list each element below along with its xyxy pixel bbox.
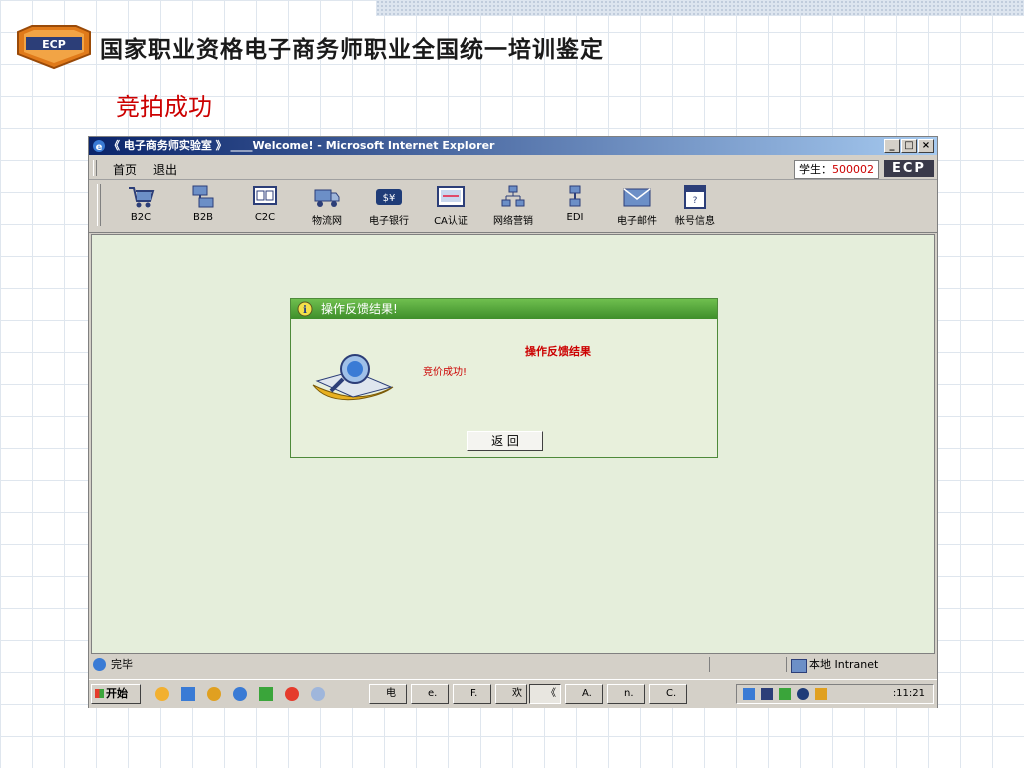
system-tray: :11:21: [736, 684, 934, 704]
svg-text:e: e: [96, 142, 103, 153]
slide-subtitle: 竞拍成功: [116, 93, 212, 121]
magnifier-cd-icon: [307, 347, 397, 411]
page-done-icon: [93, 658, 106, 671]
back-button[interactable]: 返 回: [467, 431, 543, 451]
toolbar-label: 电子银行: [369, 216, 409, 227]
info-icon: i: [297, 301, 313, 323]
taskbar-item[interactable]: 电: [369, 684, 407, 704]
status-text: 完毕: [111, 658, 133, 671]
toolbar-b2b-button[interactable]: B2B: [175, 184, 231, 223]
quicklaunch-icon[interactable]: [181, 687, 195, 701]
student-id: 500002: [832, 163, 874, 176]
decorative-top-band: [376, 0, 1024, 16]
quicklaunch-icon[interactable]: [311, 687, 325, 701]
svg-text:i: i: [303, 305, 307, 316]
windows-logo-icon: [95, 689, 104, 698]
quicklaunch-icon[interactable]: [155, 687, 169, 701]
email-icon: [623, 188, 651, 207]
network-icon[interactable]: [761, 688, 773, 700]
volume-icon[interactable]: [743, 688, 755, 700]
toolbar-marketing-button[interactable]: 网络营销: [485, 184, 541, 227]
toolbar-label: 网络营销: [493, 216, 533, 227]
toolbar-edi-button[interactable]: EDI: [547, 184, 603, 223]
toolbar-logistics-button[interactable]: 物流网: [299, 184, 355, 227]
toolbar-label: B2B: [192, 212, 214, 223]
window-title-bar[interactable]: e 《 电子商务师实验室 》 ____Welcome! - Microsoft …: [89, 137, 937, 155]
taskbar-item[interactable]: 欢: [495, 684, 527, 704]
ie-logo-icon: e: [92, 139, 106, 153]
start-label: 开始: [106, 687, 128, 700]
toolbar-label: 物流网: [312, 216, 342, 227]
taskbar-item[interactable]: e.: [411, 684, 449, 704]
taskbar-item[interactable]: F.: [453, 684, 491, 704]
bank-money-icon: $¥: [376, 189, 402, 205]
menu-bar: 首页 退出 学生：500002 ECP: [89, 157, 937, 180]
feedback-dialog: i 操作反馈结果! 操作反馈结果 竞价成功! 返 回: [290, 298, 718, 458]
svg-text:$¥: $¥: [383, 193, 396, 204]
svg-text:ECP: ECP: [42, 38, 66, 51]
tray-icon[interactable]: [815, 688, 827, 700]
minimize-button[interactable]: _: [884, 139, 900, 153]
quicklaunch-icon[interactable]: [207, 687, 221, 701]
clock: :11:21: [892, 688, 925, 699]
dialog-message: 竞价成功!: [423, 367, 468, 378]
student-label: 学生：: [799, 163, 832, 176]
toolbar-grip: [97, 184, 101, 226]
toolbar-label: EDI: [566, 212, 584, 223]
quicklaunch-icons: [151, 686, 351, 702]
windows-taskbar: 开始 电 e. F. 欢 《 A. n. C. :11:21: [89, 679, 937, 708]
ecp-logo: ECP: [14, 24, 94, 70]
menu-item-logout[interactable]: 退出: [153, 161, 177, 178]
toolbar-ebank-button[interactable]: $¥ 电子银行: [361, 184, 417, 227]
toolbar-label: C2C: [254, 212, 276, 223]
student-info: 学生：500002: [794, 160, 879, 179]
status-zone: 本地 Intranet: [809, 658, 879, 671]
toolbar-label: B2C: [130, 212, 152, 223]
taskbar-item-active[interactable]: 《: [529, 684, 561, 704]
svg-text:?: ?: [693, 196, 698, 206]
nav-toolbar: B2C B2B C2C 物流网 $¥ 电子银行 CA认证 网络营销 EDI 电子…: [89, 180, 937, 233]
menu-item-home[interactable]: 首页: [113, 161, 137, 178]
toolbar-label: 电子邮件: [617, 216, 657, 227]
taskbar-item[interactable]: A.: [565, 684, 603, 704]
taskbar-item[interactable]: C.: [649, 684, 687, 704]
certificate-icon: [437, 186, 465, 207]
slide-title: 国家职业资格电子商务师职业全国统一培训鉴定: [100, 37, 604, 63]
status-divider: [709, 657, 787, 672]
toolbar-email-button[interactable]: 电子邮件: [609, 184, 665, 227]
toolbar-c2c-button[interactable]: C2C: [237, 184, 293, 223]
status-bar: 完毕 本地 Intranet: [89, 655, 937, 675]
menu-grip: [93, 160, 97, 176]
toolbar-ca-button[interactable]: CA认证: [423, 184, 479, 227]
org-chart-icon: [501, 185, 525, 207]
toolbar-account-button[interactable]: ? 帐号信息: [667, 184, 723, 227]
help-account-icon: ?: [684, 185, 706, 209]
dialog-title-bar: i 操作反馈结果!: [291, 299, 717, 319]
toolbar-label: 帐号信息: [675, 216, 715, 227]
ecp-badge: ECP: [884, 160, 934, 177]
cart-icon: [129, 187, 155, 208]
c2c-monitor-icon: [253, 186, 277, 205]
window-title: 《 电子商务师实验室 》 ____Welcome! - Microsoft In…: [109, 139, 495, 152]
maximize-button[interactable]: □: [901, 139, 917, 153]
dialog-title: 操作反馈结果!: [321, 302, 398, 316]
toolbar-b2c-button[interactable]: B2C: [113, 184, 169, 223]
dialog-heading: 操作反馈结果: [525, 345, 591, 358]
toolbar-label: CA认证: [434, 216, 468, 227]
quicklaunch-icon[interactable]: [259, 687, 273, 701]
intranet-zone-icon: [791, 659, 807, 673]
tray-icon[interactable]: [779, 688, 791, 700]
tray-icon[interactable]: [797, 688, 809, 700]
close-button[interactable]: ×: [918, 139, 934, 153]
taskbar-item[interactable]: n.: [607, 684, 645, 704]
truck-icon: [314, 189, 340, 207]
quicklaunch-icon[interactable]: [285, 687, 299, 701]
network-computers-icon: [192, 185, 214, 208]
edi-icon: [569, 185, 581, 207]
start-button[interactable]: 开始: [91, 684, 141, 704]
quicklaunch-icon[interactable]: [233, 687, 247, 701]
